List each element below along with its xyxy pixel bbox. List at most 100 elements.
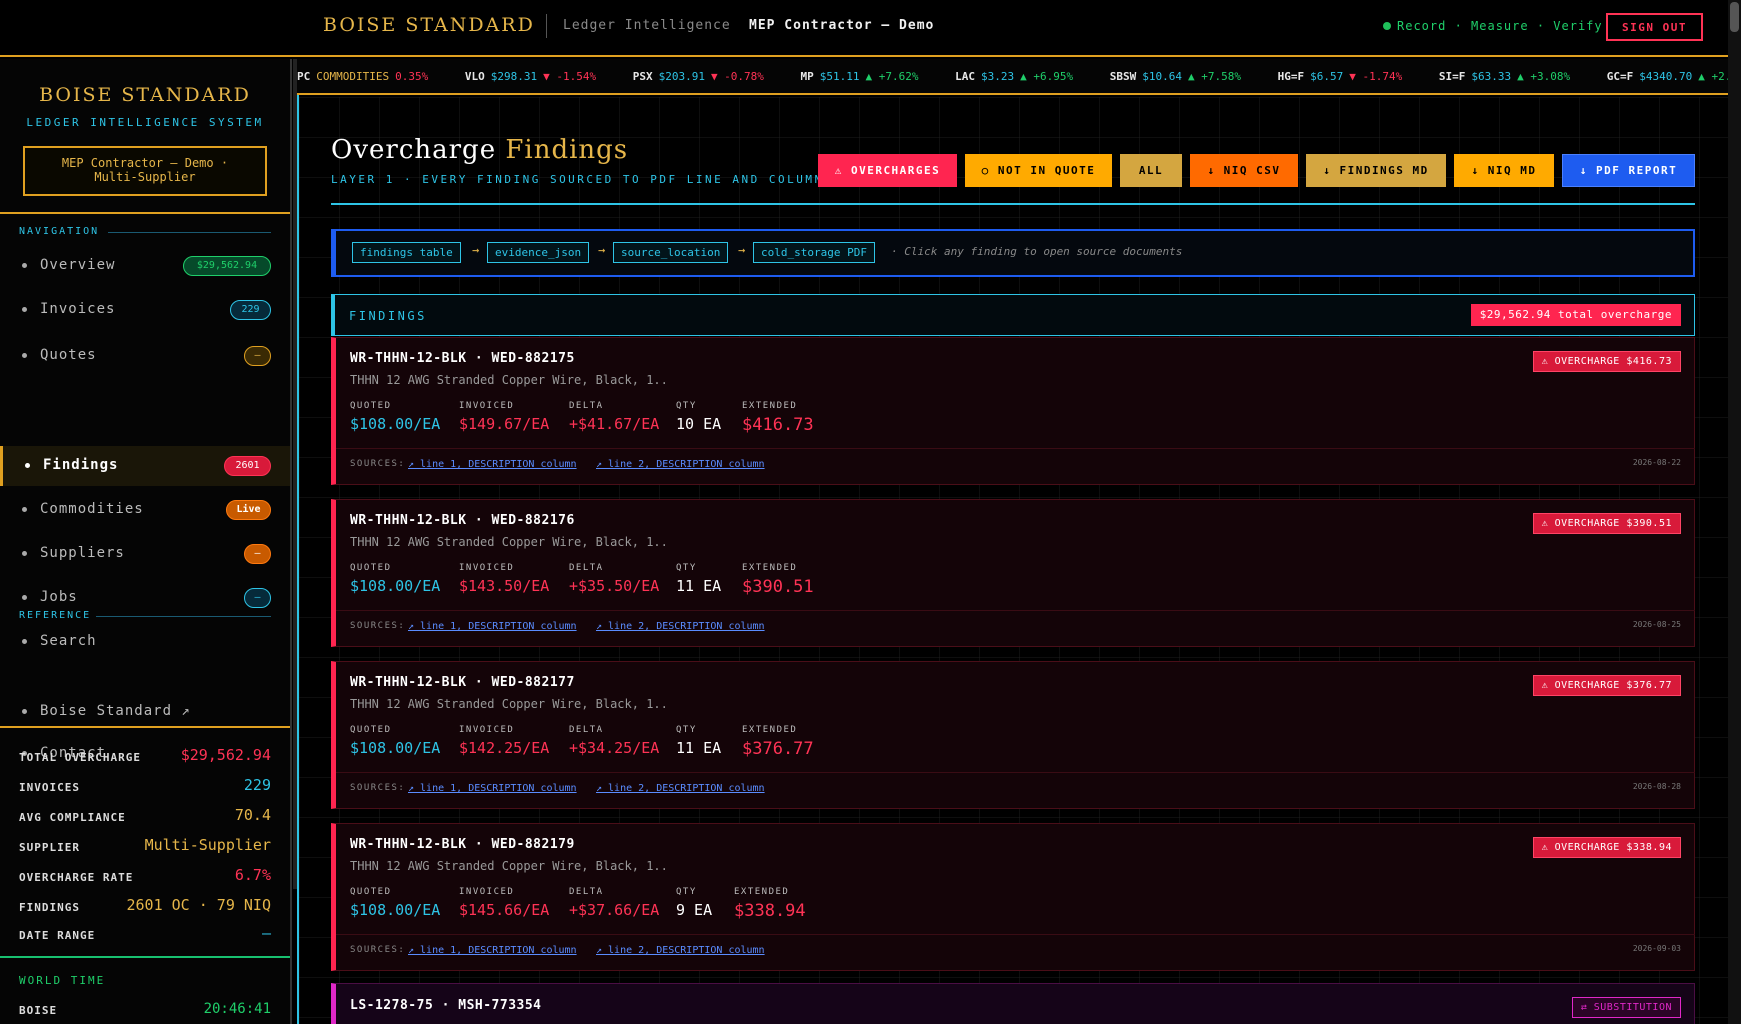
finding-date: 2026-08-22 — [1632, 458, 1681, 467]
quoted-column: QUOTED $108.00/EA — [350, 725, 441, 757]
invoices-badge: 229 — [230, 300, 271, 320]
finding-title: WR-THHN-12-BLK · WED-882179 — [350, 837, 575, 852]
sidebar-divider — [0, 212, 290, 214]
lineage-chip[interactable]: evidence_json — [487, 242, 590, 263]
source-link[interactable]: ↗ line 1, DESCRIPTION column — [408, 945, 577, 956]
total-overcharge-badge: $29,562.94 total overcharge — [1470, 304, 1681, 326]
stat-invoices: INVOICES 229 — [19, 776, 271, 796]
stat-date-range: DATE RANGE — — [19, 924, 271, 944]
card-divider — [336, 772, 1695, 773]
stat-supplier: SUPPLIER Multi-Supplier — [19, 836, 271, 856]
source-link[interactable]: ↗ line 2, DESCRIPTION column — [596, 459, 765, 470]
overview-badge: $29,562.94 — [183, 256, 271, 276]
extended-column: EXTENDED $416.73 — [742, 401, 814, 435]
client-selector-line1: MEP Contractor — Demo · — [61, 156, 229, 170]
qty-column: QTY 11 EA — [676, 725, 722, 757]
delta-column: DELTA +$41.67/EA — [569, 401, 660, 433]
finding-card[interactable]: WR-THHN-12-BLK · WED-882177 THHN 12 AWG … — [331, 661, 1695, 809]
top-bar: BOISE STANDARD Ledger Intelligence MEP C… — [0, 0, 1728, 57]
suppliers-badge: — — [244, 544, 271, 564]
findings-header: FINDINGS $29,562.94 total overcharge — [331, 294, 1695, 336]
page-scrollbar[interactable] — [1728, 0, 1741, 1024]
sidebar-brand: BOISE STANDARD — [39, 84, 251, 106]
lineage-chip[interactable]: source_location — [613, 242, 729, 263]
source-link[interactable]: ↗ line 1, DESCRIPTION column — [408, 621, 577, 632]
finding-card[interactable]: WR-THHN-12-BLK · WED-882175 THHN 12 AWG … — [331, 337, 1695, 485]
qty-column: QTY 10 EA — [676, 401, 722, 433]
stat-value: — — [261, 924, 271, 942]
title-rule — [331, 203, 1695, 205]
source-link[interactable]: ↗ line 2, DESCRIPTION column — [596, 783, 765, 794]
finding-date: 2026-08-28 — [1632, 782, 1681, 791]
lineage-chip[interactable]: findings table — [352, 242, 461, 263]
lineage-hint: · Click any finding to open source docum… — [891, 245, 1183, 258]
stat-key: DATE RANGE — [19, 929, 96, 942]
overcharge-tag: ⚠ OVERCHARGE $390.51 — [1532, 513, 1681, 534]
sidebar-item-label: Jobs — [40, 589, 78, 605]
sidebar-item-invoices[interactable]: Invoices 229 — [0, 290, 290, 330]
ticker-item: HG=F $6.57 ▼ -1.74% — [1277, 70, 1403, 83]
card-divider — [336, 934, 1695, 935]
stat-key: FINDINGS — [19, 901, 80, 914]
sidebar-item-label: Quotes — [40, 347, 97, 363]
finding-title: WR-THHN-12-BLK · WED-882177 — [350, 675, 575, 690]
world-time-label: WORLD TIME — [19, 974, 106, 987]
stat-key: TOTAL OVERCHARGE — [19, 751, 141, 764]
client-selector[interactable]: MEP Contractor — Demo · Multi-Supplier — [23, 146, 267, 196]
finding-title: WR-THHN-12-BLK · WED-882175 — [350, 351, 575, 366]
bullet-icon — [25, 463, 30, 468]
download-niq-md-button[interactable]: ↓ NIQ MD — [1454, 154, 1554, 187]
finding-description: THHN 12 AWG Stranded Copper Wire, Black,… — [350, 697, 668, 711]
finding-card[interactable]: WR-THHN-12-BLK · WED-882176 THHN 12 AWG … — [331, 499, 1695, 647]
bullet-icon — [22, 307, 27, 312]
sources-label: SOURCES: — [350, 945, 406, 955]
finding-card[interactable]: WR-THHN-12-BLK · WED-882179 THHN 12 AWG … — [331, 823, 1695, 971]
sidebar-item-findings[interactable]: Findings 2601 — [0, 446, 290, 486]
filter-overcharges-button[interactable]: ⚠ OVERCHARGES — [818, 154, 957, 187]
sidebar-item-search[interactable]: Search — [0, 622, 290, 662]
filter-not-in-quote-button[interactable]: ○ NOT IN QUOTE — [965, 154, 1112, 187]
sidebar-item-suppliers[interactable]: Suppliers — — [0, 534, 290, 574]
sources-label: SOURCES: — [350, 459, 406, 469]
commodities-live-badge: Live — [226, 500, 271, 520]
bullet-icon — [22, 353, 27, 358]
sources-label: SOURCES: — [350, 783, 406, 793]
sidebar-item-label: Findings — [43, 457, 119, 473]
qty-column: QTY 9 EA — [676, 887, 713, 919]
download-findings-md-button[interactable]: ↓ FINDINGS MD — [1306, 154, 1446, 187]
page-scrollbar-thumb[interactable] — [1730, 2, 1739, 32]
lineage-chip[interactable]: cold_storage PDF — [753, 242, 875, 263]
filter-all-button[interactable]: ALL — [1120, 154, 1182, 187]
download-niq-csv-button[interactable]: ↓ NIQ CSV — [1190, 154, 1298, 187]
sidebar-item-quotes[interactable]: Quotes — — [0, 336, 290, 376]
sources-label: SOURCES: — [350, 621, 406, 631]
ticker-item: MP $51.11 ▲ +7.62% — [800, 70, 919, 83]
substitution-finding-card[interactable]: LS-1278-75 · MSH-773354 ⇄ SUBSTITUTION — [331, 983, 1695, 1024]
stat-total-overcharge: TOTAL OVERCHARGE $29,562.94 — [19, 746, 271, 766]
nav-section-rule — [108, 232, 271, 233]
reference-section-label: REFERENCE — [19, 610, 92, 621]
arrow-right-icon: → — [738, 243, 746, 257]
download-pdf-report-button[interactable]: ↓ PDF REPORT — [1562, 154, 1695, 187]
sidebar-item-overview[interactable]: Overview $29,562.94 — [0, 246, 290, 286]
sidebar-item-commodities[interactable]: Commodities Live — [0, 490, 290, 530]
bullet-icon — [22, 263, 27, 268]
card-divider — [336, 448, 1695, 449]
source-link[interactable]: ↗ line 2, DESCRIPTION column — [596, 621, 765, 632]
stat-key: AVG COMPLIANCE — [19, 811, 126, 824]
page-subtitle: LAYER 1 · EVERY FINDING SOURCED TO PDF L… — [331, 173, 824, 186]
quoted-column: QUOTED $108.00/EA — [350, 563, 441, 595]
source-link[interactable]: ↗ line 1, DESCRIPTION column — [408, 783, 577, 794]
source-link[interactable]: ↗ line 2, DESCRIPTION column — [596, 945, 765, 956]
brand-logo-text[interactable]: BOISE STANDARD — [323, 14, 535, 36]
finding-title: WR-THHN-12-BLK · WED-882176 — [350, 513, 575, 528]
source-link[interactable]: ↗ line 1, DESCRIPTION column — [408, 459, 577, 470]
quoted-column: QUOTED $108.00/EA — [350, 401, 441, 433]
ticker-item: VLO $298.31 ▼ -1.54% — [464, 70, 597, 83]
sign-out-button[interactable]: SIGN OUT — [1606, 13, 1703, 41]
overcharge-tag: ⚠ OVERCHARGE $338.94 — [1532, 837, 1681, 858]
jobs-badge: — — [244, 588, 271, 608]
delta-column: DELTA +$35.50/EA — [569, 563, 660, 595]
world-time-divider — [0, 956, 290, 958]
reference-section-rule — [96, 616, 271, 617]
